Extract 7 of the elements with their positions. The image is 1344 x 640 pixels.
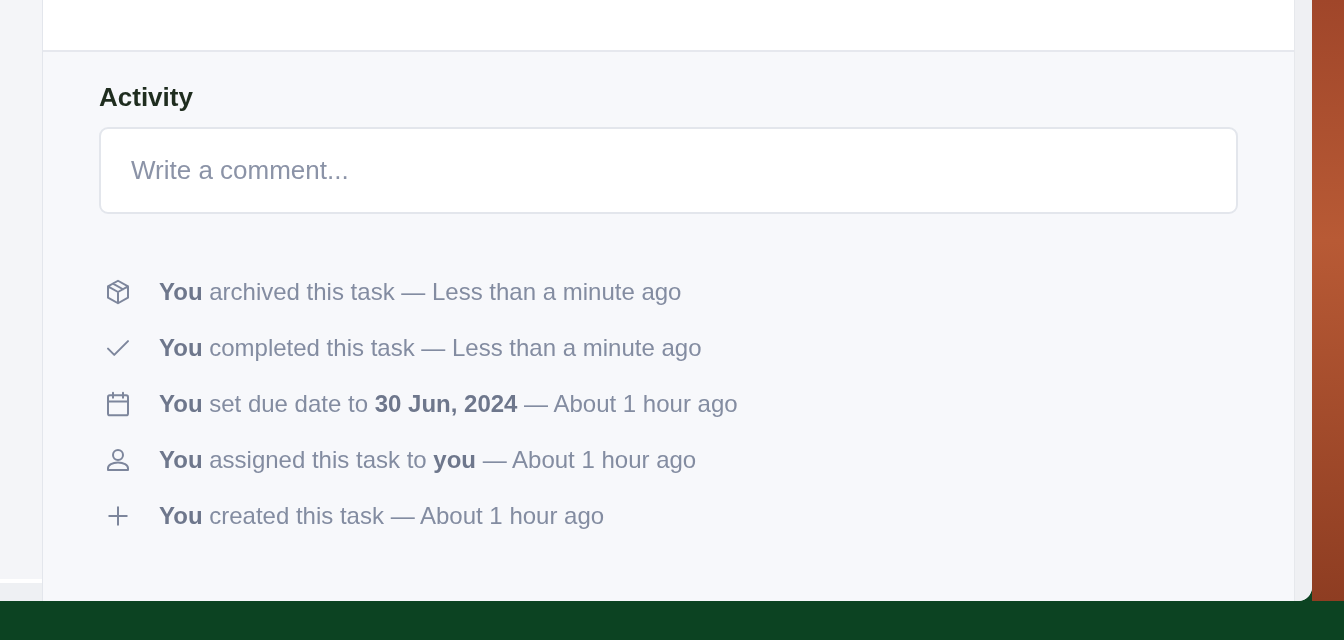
activity-entry: You completed this task — Less than a minute ago <box>159 334 702 362</box>
comment-field[interactable]: Write a comment... <box>99 127 1238 214</box>
activity-entry: You set due date to 30 Jun, 2024 — About 1 hour ago <box>159 390 738 418</box>
section-title: Activity <box>99 82 193 113</box>
activity-entry: You created this task — About 1 hour ago <box>159 502 605 530</box>
activity-entry: You archived this task — Less than a minute ago <box>159 278 682 306</box>
activity-entry: You assigned this task to you — About 1 hour ago <box>159 446 697 474</box>
